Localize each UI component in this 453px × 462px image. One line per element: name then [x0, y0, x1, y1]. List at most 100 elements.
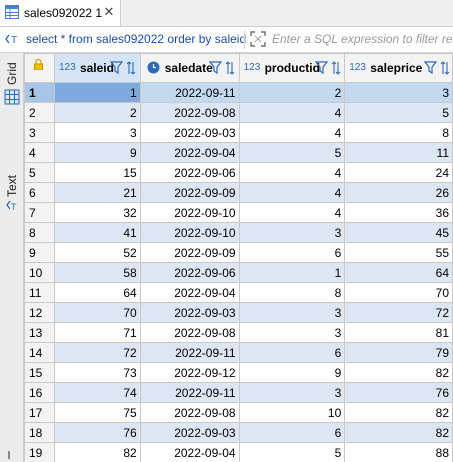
cell-saleid[interactable]: 82 — [53, 442, 141, 462]
sort-icon[interactable] — [225, 60, 235, 76]
cell-saleid[interactable]: 21 — [53, 182, 141, 203]
filter-icon[interactable] — [208, 60, 225, 76]
cell-productid[interactable]: 4 — [238, 102, 346, 123]
column-header-saleprice[interactable]: 123 saleprice — [344, 53, 453, 83]
table-row[interactable]: 14 72 2022-09-11 6 79 — [24, 342, 453, 363]
cell-productid[interactable]: 2 — [238, 82, 346, 103]
cell-saledate[interactable]: 2022-09-03 — [139, 302, 240, 323]
cell-saleprice[interactable]: 82 — [344, 362, 453, 383]
cell-productid[interactable]: 3 — [238, 382, 346, 403]
cell-saleid[interactable]: 3 — [53, 122, 141, 143]
cell-productid[interactable]: 6 — [238, 242, 346, 263]
cell-saleid[interactable]: 70 — [53, 302, 141, 323]
column-header-saleid[interactable]: 123 saleid — [53, 53, 141, 83]
cell-saleprice[interactable]: 81 — [344, 322, 453, 343]
cell-saledate[interactable]: 2022-09-09 — [139, 242, 240, 263]
sort-icon[interactable] — [126, 60, 136, 76]
cell-productid[interactable]: 4 — [238, 122, 346, 143]
cell-saledate[interactable]: 2022-09-12 — [139, 362, 240, 383]
cell-saleid[interactable]: 41 — [53, 222, 141, 243]
cell-saleprice[interactable]: 26 — [344, 182, 453, 203]
table-row[interactable]: 15 73 2022-09-12 9 82 — [24, 362, 453, 383]
cell-saleprice[interactable]: 8 — [344, 122, 453, 143]
cell-saleid[interactable]: 72 — [53, 342, 141, 363]
table-row[interactable]: 2 2 2022-09-08 4 5 — [24, 102, 453, 123]
cell-saleprice[interactable]: 11 — [344, 142, 453, 163]
cell-saledate[interactable]: 2022-09-09 — [139, 182, 240, 203]
cell-saledate[interactable]: 2022-09-04 — [139, 442, 240, 462]
cell-saledate[interactable]: 2022-09-11 — [139, 342, 240, 363]
cell-saleprice[interactable]: 3 — [344, 82, 453, 103]
cell-productid[interactable]: 9 — [238, 362, 346, 383]
cell-productid[interactable]: 1 — [238, 262, 346, 283]
cell-saleid[interactable]: 74 — [53, 382, 141, 403]
cell-saledate[interactable]: 2022-09-04 — [139, 282, 240, 303]
sort-icon[interactable] — [331, 60, 341, 76]
close-icon[interactable]: ✕ — [103, 5, 115, 19]
cell-saleid[interactable]: 73 — [53, 362, 141, 383]
table-row[interactable]: 13 71 2022-09-08 3 81 — [24, 322, 453, 343]
cell-saleid[interactable]: 32 — [53, 202, 141, 223]
cell-saleid[interactable]: 71 — [53, 322, 141, 343]
cell-productid[interactable]: 4 — [238, 162, 346, 183]
cell-saledate[interactable]: 2022-09-08 — [139, 102, 240, 123]
results-tab[interactable]: sales092022 1 ✕ — [0, 0, 121, 26]
cell-saleid[interactable]: 76 — [53, 422, 141, 443]
cell-saleprice[interactable]: 88 — [344, 442, 453, 462]
cell-saleprice[interactable]: 45 — [344, 222, 453, 243]
cell-saleid[interactable]: 15 — [53, 162, 141, 183]
text-mode-label[interactable]: Text — [5, 175, 19, 197]
cell-productid[interactable]: 10 — [238, 402, 346, 423]
column-header-productid[interactable]: 123 productid — [238, 53, 346, 83]
cell-saleid[interactable]: 1 — [53, 82, 141, 103]
grid-mode-label[interactable]: Grid — [5, 62, 19, 85]
table-row[interactable]: 7 32 2022-09-10 4 36 — [24, 202, 453, 223]
filter-icon[interactable] — [424, 60, 440, 76]
cell-saleprice[interactable]: 24 — [344, 162, 453, 183]
cell-saleid[interactable]: 52 — [53, 242, 141, 263]
cell-productid[interactable]: 3 — [238, 302, 346, 323]
table-row[interactable]: 12 70 2022-09-03 3 72 — [24, 302, 453, 323]
panel-resize-handle[interactable] — [8, 451, 10, 459]
cell-saledate[interactable]: 2022-09-06 — [139, 262, 240, 283]
cell-saleprice[interactable]: 72 — [344, 302, 453, 323]
table-row[interactable]: 4 9 2022-09-04 5 11 — [24, 142, 453, 163]
cell-saledate[interactable]: 2022-09-08 — [139, 322, 240, 343]
query-text[interactable]: select * from sales092022 order by salei… — [26, 32, 246, 46]
table-row[interactable]: 5 15 2022-09-06 4 24 — [24, 162, 453, 183]
table-row[interactable]: 3 3 2022-09-03 4 8 — [24, 122, 453, 143]
table-row[interactable]: 1 1 2022-09-11 2 3 — [24, 82, 453, 103]
cell-saleid[interactable]: 58 — [53, 262, 141, 283]
table-row[interactable]: 8 41 2022-09-10 3 45 — [24, 222, 453, 243]
cell-saledate[interactable]: 2022-09-04 — [139, 142, 240, 163]
cell-saleprice[interactable]: 64 — [344, 262, 453, 283]
cell-productid[interactable]: 4 — [238, 202, 346, 223]
cell-saleid[interactable]: 2 — [53, 102, 141, 123]
cell-saleid[interactable]: 64 — [53, 282, 141, 303]
table-row[interactable]: 6 21 2022-09-09 4 26 — [24, 182, 453, 203]
cell-saledate[interactable]: 2022-09-11 — [139, 382, 240, 403]
cell-saleprice[interactable]: 79 — [344, 342, 453, 363]
cell-productid[interactable]: 3 — [238, 222, 346, 243]
table-row[interactable]: 10 58 2022-09-06 1 64 — [24, 262, 453, 283]
table-row[interactable]: 9 52 2022-09-09 6 55 — [24, 242, 453, 263]
cell-productid[interactable]: 4 — [238, 182, 346, 203]
cell-saleid[interactable]: 75 — [53, 402, 141, 423]
cell-saleprice[interactable]: 36 — [344, 202, 453, 223]
cell-saleprice[interactable]: 76 — [344, 382, 453, 403]
cell-saleprice[interactable]: 82 — [344, 402, 453, 423]
cell-saleprice[interactable]: 55 — [344, 242, 453, 263]
cell-saledate[interactable]: 2022-09-10 — [139, 222, 240, 243]
cell-saledate[interactable]: 2022-09-06 — [139, 162, 240, 183]
cell-saledate[interactable]: 2022-09-08 — [139, 402, 240, 423]
table-row[interactable]: 17 75 2022-09-08 10 82 — [24, 402, 453, 423]
cell-productid[interactable]: 8 — [238, 282, 346, 303]
table-row[interactable]: 11 64 2022-09-04 8 70 — [24, 282, 453, 303]
table-row[interactable]: 19 82 2022-09-04 5 88 — [24, 442, 453, 462]
filter-icon[interactable] — [109, 60, 126, 76]
cell-saledate[interactable]: 2022-09-03 — [139, 422, 240, 443]
table-row[interactable]: 16 74 2022-09-11 3 76 — [24, 382, 453, 403]
text-mode-icon[interactable]: T — [6, 199, 19, 212]
cell-saledate[interactable]: 2022-09-03 — [139, 122, 240, 143]
expand-icon[interactable] — [250, 31, 266, 47]
